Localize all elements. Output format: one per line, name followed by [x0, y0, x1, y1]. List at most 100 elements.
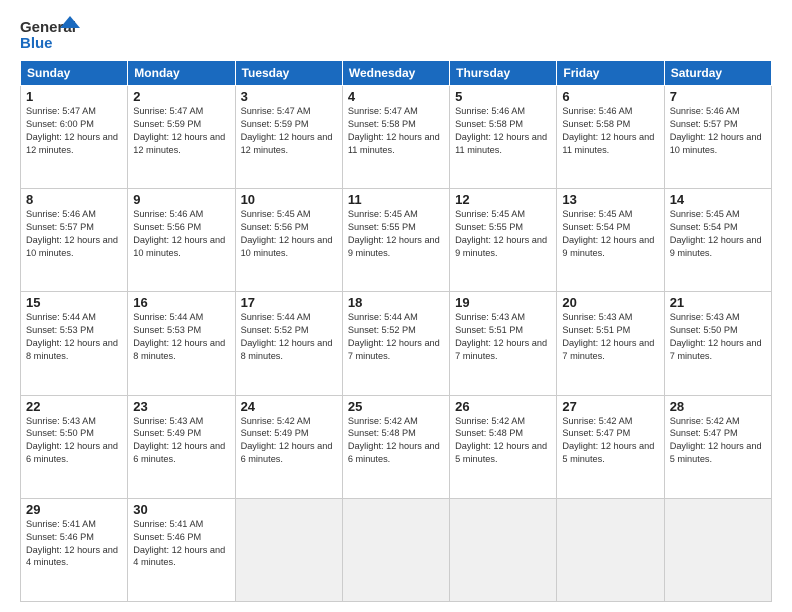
calendar-table: SundayMondayTuesdayWednesdayThursdayFrid… — [20, 60, 772, 602]
day-info: Sunrise: 5:44 AMSunset: 5:52 PMDaylight:… — [241, 311, 337, 363]
day-info: Sunrise: 5:45 AMSunset: 5:54 PMDaylight:… — [670, 208, 766, 260]
calendar-cell — [664, 498, 771, 601]
calendar-cell: 15Sunrise: 5:44 AMSunset: 5:53 PMDayligh… — [21, 292, 128, 395]
calendar-cell — [450, 498, 557, 601]
calendar-cell: 22Sunrise: 5:43 AMSunset: 5:50 PMDayligh… — [21, 395, 128, 498]
weekday-header-wednesday: Wednesday — [342, 61, 449, 86]
day-info: Sunrise: 5:41 AMSunset: 5:46 PMDaylight:… — [26, 518, 122, 570]
day-info: Sunrise: 5:46 AMSunset: 5:57 PMDaylight:… — [26, 208, 122, 260]
weekday-header-sunday: Sunday — [21, 61, 128, 86]
calendar-cell: 4Sunrise: 5:47 AMSunset: 5:58 PMDaylight… — [342, 86, 449, 189]
week-row-3: 15 Sunrise: 5:44 AMSunset: 5:53 PMDayligh… — [21, 292, 772, 395]
week-row-2: 8Sunrise: 5:46 AMSunset: 5:57 PMDaylight… — [21, 189, 772, 292]
day-info: Sunrise: 5:43 AMSunset: 5:49 PMDaylight:… — [133, 415, 229, 467]
day-info: Sunrise: 5:45 AMSunset: 5:56 PMDaylight:… — [241, 208, 337, 260]
weekday-header-friday: Friday — [557, 61, 664, 86]
day-number: 24 — [241, 399, 337, 414]
calendar-cell: 21Sunrise: 5:43 AMSunset: 5:50 PMDayligh… — [664, 292, 771, 395]
day-info: Sunrise: 5:44 AMSunset: 5:53 PMDaylight:… — [133, 311, 229, 363]
day-number: 5 — [455, 89, 551, 104]
day-info: Sunrise: 5:41 AMSunset: 5:46 PMDaylight:… — [133, 518, 229, 570]
logo-svg: GeneralBlue — [20, 16, 80, 52]
calendar-cell: 14Sunrise: 5:45 AMSunset: 5:54 PMDayligh… — [664, 189, 771, 292]
day-number: 9 — [133, 192, 229, 207]
calendar-cell: 26Sunrise: 5:42 AMSunset: 5:48 PMDayligh… — [450, 395, 557, 498]
calendar-body: 1Sunrise: 5:47 AMSunset: 6:00 PMDaylight… — [21, 86, 772, 602]
day-info: Sunrise: 5:42 AMSunset: 5:48 PMDaylight:… — [348, 415, 444, 467]
day-number: 19 — [455, 295, 551, 310]
day-info: Sunrise: 5:47 AMSunset: 5:58 PMDaylight:… — [348, 105, 444, 157]
day-info: Sunrise: 5:46 AMSunset: 5:57 PMDaylight:… — [670, 105, 766, 157]
day-number: 8 — [26, 192, 122, 207]
svg-text:Blue: Blue — [20, 35, 53, 52]
day-info: Sunrise: 5:42 AMSunset: 5:48 PMDaylight:… — [455, 415, 551, 467]
header: GeneralBlue — [20, 16, 772, 52]
weekday-header-monday: Monday — [128, 61, 235, 86]
calendar-cell: 13Sunrise: 5:45 AMSunset: 5:54 PMDayligh… — [557, 189, 664, 292]
day-number: 14 — [670, 192, 766, 207]
calendar-cell: 16Sunrise: 5:44 AMSunset: 5:53 PMDayligh… — [128, 292, 235, 395]
day-number: 27 — [562, 399, 658, 414]
day-number: 30 — [133, 502, 229, 517]
calendar-cell: 2Sunrise: 5:47 AMSunset: 5:59 PMDaylight… — [128, 86, 235, 189]
day-number: 12 — [455, 192, 551, 207]
calendar-cell: 10Sunrise: 5:45 AMSunset: 5:56 PMDayligh… — [235, 189, 342, 292]
day-info: Sunrise: 5:46 AMSunset: 5:58 PMDaylight:… — [455, 105, 551, 157]
page: GeneralBlue SundayMondayTuesdayWednesday… — [0, 0, 792, 612]
calendar-cell: 7Sunrise: 5:46 AMSunset: 5:57 PMDaylight… — [664, 86, 771, 189]
day-info: Sunrise: 5:46 AMSunset: 5:58 PMDaylight:… — [562, 105, 658, 157]
calendar-cell: 6Sunrise: 5:46 AMSunset: 5:58 PMDaylight… — [557, 86, 664, 189]
calendar-cell: 20Sunrise: 5:43 AMSunset: 5:51 PMDayligh… — [557, 292, 664, 395]
day-info: Sunrise: 5:43 AMSunset: 5:50 PMDaylight:… — [26, 415, 122, 467]
weekday-header-thursday: Thursday — [450, 61, 557, 86]
day-number: 4 — [348, 89, 444, 104]
day-info: Sunrise: 5:42 AMSunset: 5:47 PMDaylight:… — [562, 415, 658, 467]
calendar-cell — [557, 498, 664, 601]
calendar-cell: 29Sunrise: 5:41 AMSunset: 5:46 PMDayligh… — [21, 498, 128, 601]
calendar-cell: 11Sunrise: 5:45 AMSunset: 5:55 PMDayligh… — [342, 189, 449, 292]
day-info: Sunrise: 5:43 AMSunset: 5:51 PMDaylight:… — [562, 311, 658, 363]
calendar-cell: 23Sunrise: 5:43 AMSunset: 5:49 PMDayligh… — [128, 395, 235, 498]
day-number: 10 — [241, 192, 337, 207]
day-number: 1 — [26, 89, 122, 104]
day-number: 16 — [133, 295, 229, 310]
calendar-cell: 27Sunrise: 5:42 AMSunset: 5:47 PMDayligh… — [557, 395, 664, 498]
day-number: 21 — [670, 295, 766, 310]
calendar-cell: 9Sunrise: 5:46 AMSunset: 5:56 PMDaylight… — [128, 189, 235, 292]
day-number: 6 — [562, 89, 658, 104]
calendar-cell: 24Sunrise: 5:42 AMSunset: 5:49 PMDayligh… — [235, 395, 342, 498]
day-number: 17 — [241, 295, 337, 310]
calendar-cell: 19Sunrise: 5:43 AMSunset: 5:51 PMDayligh… — [450, 292, 557, 395]
calendar-cell: 3Sunrise: 5:47 AMSunset: 5:59 PMDaylight… — [235, 86, 342, 189]
calendar-cell: 17Sunrise: 5:44 AMSunset: 5:52 PMDayligh… — [235, 292, 342, 395]
weekday-header-tuesday: Tuesday — [235, 61, 342, 86]
day-info: Sunrise: 5:46 AMSunset: 5:56 PMDaylight:… — [133, 208, 229, 260]
logo: GeneralBlue — [20, 16, 80, 52]
day-number: 11 — [348, 192, 444, 207]
calendar-cell — [235, 498, 342, 601]
calendar-cell: 8Sunrise: 5:46 AMSunset: 5:57 PMDaylight… — [21, 189, 128, 292]
day-info: Sunrise: 5:43 AMSunset: 5:50 PMDaylight:… — [670, 311, 766, 363]
week-row-4: 22Sunrise: 5:43 AMSunset: 5:50 PMDayligh… — [21, 395, 772, 498]
day-info: Sunrise: 5:47 AMSunset: 5:59 PMDaylight:… — [241, 105, 337, 157]
day-number: 28 — [670, 399, 766, 414]
week-row-1: 1Sunrise: 5:47 AMSunset: 6:00 PMDaylight… — [21, 86, 772, 189]
day-number: 26 — [455, 399, 551, 414]
calendar-cell: 5Sunrise: 5:46 AMSunset: 5:58 PMDaylight… — [450, 86, 557, 189]
week-row-5: 29Sunrise: 5:41 AMSunset: 5:46 PMDayligh… — [21, 498, 772, 601]
weekday-header-saturday: Saturday — [664, 61, 771, 86]
day-number: 15 — [26, 295, 122, 310]
day-number: 20 — [562, 295, 658, 310]
day-number: 2 — [133, 89, 229, 104]
day-info: Sunrise: 5:45 AMSunset: 5:55 PMDaylight:… — [348, 208, 444, 260]
calendar-cell: 25Sunrise: 5:42 AMSunset: 5:48 PMDayligh… — [342, 395, 449, 498]
day-number: 3 — [241, 89, 337, 104]
day-number: 23 — [133, 399, 229, 414]
day-info: Sunrise: 5:47 AMSunset: 6:00 PMDaylight:… — [26, 105, 122, 157]
day-info: Sunrise: 5:44 AMSunset: 5:52 PMDaylight:… — [348, 311, 444, 363]
day-info: Sunrise: 5:43 AMSunset: 5:51 PMDaylight:… — [455, 311, 551, 363]
day-info: Sunrise: 5:45 AMSunset: 5:55 PMDaylight:… — [455, 208, 551, 260]
calendar-cell: 30Sunrise: 5:41 AMSunset: 5:46 PMDayligh… — [128, 498, 235, 601]
day-number: 22 — [26, 399, 122, 414]
day-number: 7 — [670, 89, 766, 104]
